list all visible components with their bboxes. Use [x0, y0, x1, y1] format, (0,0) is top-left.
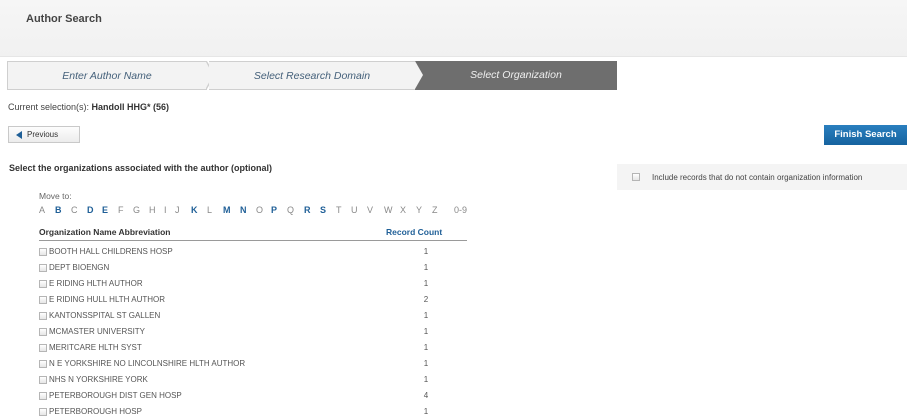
org-checkbox[interactable] [39, 344, 47, 352]
record-count: 2 [423, 295, 429, 304]
org-name: N E YORKSHIRE NO LINCOLNSHIRE HLTH AUTHO… [49, 359, 246, 368]
previous-button[interactable]: Previous [8, 126, 80, 143]
alphabet-letter-i: I [164, 205, 167, 215]
current-selection-prefix: Current selection(s): [8, 102, 90, 112]
alphabet-letter-b[interactable]: B [55, 205, 62, 215]
org-checkbox[interactable] [39, 312, 47, 320]
previous-button-label: Previous [27, 130, 59, 139]
table-row: MERITCARE HLTH SYST 1 [39, 341, 467, 355]
wizard-chevron-2 [415, 61, 423, 89]
org-name: BOOTH HALL CHILDRENS HOSP [49, 247, 173, 256]
alphabet-letter-h: H [149, 205, 156, 215]
alphabet-letter-d[interactable]: D [87, 205, 94, 215]
org-name: MCMASTER UNIVERSITY [49, 327, 146, 336]
org-checkbox[interactable] [39, 280, 47, 288]
org-checkbox[interactable] [39, 248, 47, 256]
org-checkbox[interactable] [39, 392, 47, 400]
alphabet-letter-q: Q [287, 205, 295, 215]
org-column-header: Organization Name Abbreviation [39, 227, 171, 237]
org-name: MERITCARE HLTH SYST [49, 343, 142, 352]
org-checkbox[interactable] [39, 264, 47, 272]
alphabet-letter-e[interactable]: E [102, 205, 108, 215]
table-row: PETERBOROUGH HOSP 1 [39, 405, 467, 419]
wizard-breadcrumb: Enter Author Name Select Research Domain… [7, 61, 617, 90]
alphabet-letter-v: V [367, 205, 374, 215]
include-no-org-label: Include records that do not contain orga… [652, 173, 863, 182]
page-title: Author Search [26, 13, 102, 25]
alphabet-letter-x: X [400, 205, 407, 215]
org-checkbox[interactable] [39, 360, 47, 368]
org-checkbox[interactable] [39, 408, 47, 416]
table-row: KANTONSSPITAL ST GALLEN 1 [39, 309, 467, 323]
org-name: DEPT BIOENGN [49, 263, 110, 272]
org-name: PETERBOROUGH DIST GEN HOSP [49, 391, 182, 400]
current-selection: Current selection(s): Handoll HHG* (56) [8, 102, 169, 112]
table-row: BOOTH HALL CHILDRENS HOSP 1 [39, 245, 467, 259]
record-count: 1 [423, 327, 429, 336]
alphabet-letter-l: L [207, 205, 213, 215]
record-count-column-header[interactable]: Record Count [386, 227, 442, 237]
table-row: NHS N YORKSHIRE YORK 1 [39, 373, 467, 387]
wizard-step-select-research-domain[interactable]: Select Research Domain [209, 61, 415, 90]
wizard-step-enter-author-name[interactable]: Enter Author Name [7, 61, 207, 90]
org-name: E RIDING HULL HLTH AUTHOR [49, 295, 166, 304]
alphabet-letter-j: J [175, 205, 180, 215]
header-band: Author Search [0, 0, 907, 57]
alphabet-letter-m[interactable]: M [223, 205, 231, 215]
org-name: NHS N YORKSHIRE YORK [49, 375, 148, 384]
table-row: E RIDING HULL HLTH AUTHOR 2 [39, 293, 467, 307]
alphabet-letter-u: U [351, 205, 358, 215]
move-to-label: Move to: [39, 191, 72, 201]
table-row: MCMASTER UNIVERSITY 1 [39, 325, 467, 339]
record-count: 4 [423, 391, 429, 400]
record-count: 1 [423, 407, 429, 416]
alphabet-letter-w: W [384, 205, 393, 215]
table-row: PETERBOROUGH DIST GEN HOSP 4 [39, 389, 467, 403]
record-count: 1 [423, 263, 429, 272]
record-count: 1 [423, 247, 429, 256]
record-count: 1 [423, 343, 429, 352]
alphabet-index: A B C D E F G H I J K L M N O P Q R S T U V W X Y Z 0-9 [39, 205, 479, 217]
instructions-text: Select the organizations associated with… [9, 163, 273, 173]
finish-search-button[interactable]: Finish Search [824, 125, 907, 145]
alphabet-letter-p[interactable]: P [271, 205, 277, 215]
org-checkbox[interactable] [39, 296, 47, 304]
table-header: Organization Name Abbreviation Record Co… [39, 225, 467, 241]
alphabet-letter-o: O [256, 205, 264, 215]
org-name: KANTONSSPITAL ST GALLEN [49, 311, 161, 320]
alphabet-letter-0-9: 0-9 [454, 205, 468, 215]
alphabet-letter-n[interactable]: N [240, 205, 247, 215]
org-checkbox[interactable] [39, 328, 47, 336]
org-name: E RIDING HLTH AUTHOR [49, 279, 143, 288]
org-checkbox[interactable] [39, 376, 47, 384]
alphabet-letter-a: A [39, 205, 46, 215]
include-no-org-option: Include records that do not contain orga… [617, 164, 907, 190]
left-arrow-icon [16, 130, 22, 139]
alphabet-letter-t: T [336, 205, 342, 215]
record-count: 1 [423, 279, 429, 288]
record-count: 1 [423, 311, 429, 320]
table-row: E RIDING HLTH AUTHOR 1 [39, 277, 467, 291]
include-no-org-checkbox[interactable] [632, 173, 640, 181]
alphabet-letter-s[interactable]: S [320, 205, 326, 215]
alphabet-letter-c: C [71, 205, 78, 215]
table-row: N E YORKSHIRE NO LINCOLNSHIRE HLTH AUTHO… [39, 357, 467, 371]
org-name: PETERBOROUGH HOSP [49, 407, 142, 416]
alphabet-letter-f: F [118, 205, 124, 215]
table-row: DEPT BIOENGN 1 [39, 261, 467, 275]
alphabet-letter-g: G [133, 205, 141, 215]
alphabet-letter-r[interactable]: R [304, 205, 311, 215]
record-count: 1 [423, 375, 429, 384]
current-selection-value: Handoll HHG* (56) [91, 102, 170, 112]
wizard-step-select-organization: Select Organization [415, 61, 617, 90]
alphabet-letter-k[interactable]: K [191, 205, 198, 215]
alphabet-letter-y: Y [416, 205, 423, 215]
alphabet-letter-z: Z [432, 205, 438, 215]
record-count: 1 [423, 359, 429, 368]
